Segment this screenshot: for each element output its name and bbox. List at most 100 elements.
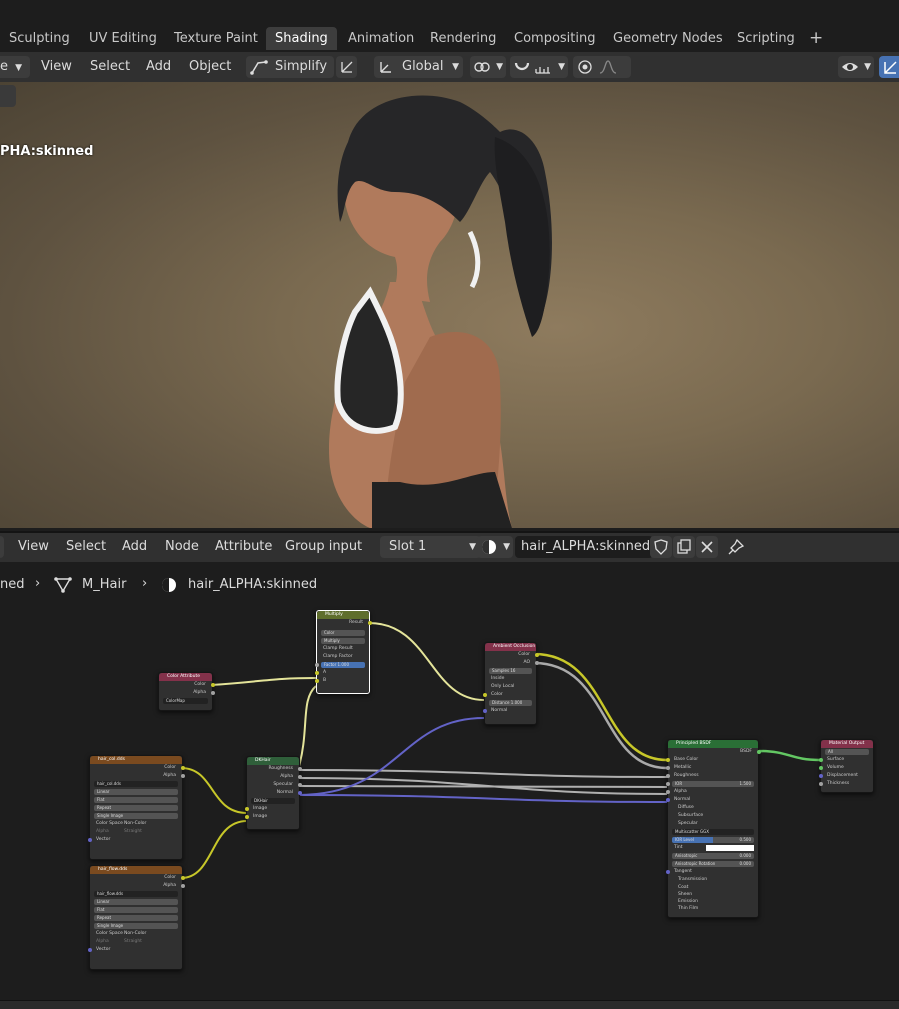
socket-color[interactable] bbox=[180, 766, 185, 770]
socket-metallic[interactable] bbox=[665, 766, 670, 770]
only-local-checkbox[interactable]: Only Local bbox=[491, 683, 514, 691]
3d-viewport[interactable]: PHA:skinned bbox=[0, 82, 899, 528]
menu-add[interactable]: Add bbox=[146, 56, 171, 78]
source-dropdown[interactable]: Single Image bbox=[94, 813, 178, 819]
node-principled-bsdf[interactable]: Principled BSDF BSDF Base Color Metallic… bbox=[665, 739, 761, 918]
editor-type-button[interactable] bbox=[0, 536, 4, 558]
ior-level-field[interactable]: IOR Level 0.500 bbox=[672, 837, 754, 843]
socket-image-1[interactable] bbox=[244, 807, 249, 811]
menu-object[interactable]: Object bbox=[189, 56, 231, 78]
clamp-result-checkbox[interactable]: Clamp Result bbox=[323, 645, 353, 653]
socket-thickness[interactable] bbox=[818, 782, 823, 786]
socket-specular[interactable] bbox=[297, 783, 302, 787]
socket-normal[interactable] bbox=[482, 709, 487, 713]
add-workspace-icon[interactable]: + bbox=[800, 27, 832, 50]
socket-alpha[interactable] bbox=[180, 774, 185, 778]
socket-result[interactable] bbox=[367, 621, 372, 625]
unlink-material-close-icon[interactable] bbox=[696, 536, 718, 558]
visibility-dropdown[interactable]: ▼ bbox=[838, 56, 874, 78]
node-canvas[interactable]: Color Attribute Color Alpha ColorMap Mul… bbox=[0, 600, 899, 1000]
tab-texture-paint[interactable]: Texture Paint bbox=[165, 27, 267, 50]
socket-alpha[interactable] bbox=[210, 691, 215, 695]
color-space-dropdown[interactable]: Non-Color bbox=[124, 930, 146, 938]
socket-image-2[interactable] bbox=[244, 815, 249, 819]
socket-volume[interactable] bbox=[818, 766, 823, 770]
distance-field[interactable]: Distance 1.000 bbox=[489, 700, 532, 706]
socket-color[interactable] bbox=[534, 653, 539, 657]
socket-color[interactable] bbox=[180, 876, 185, 880]
panel-transmission[interactable]: Transmission bbox=[678, 876, 707, 884]
anisotropic-field[interactable]: Anisotropic 0.000 bbox=[672, 853, 754, 859]
source-dropdown[interactable]: Single Image bbox=[94, 923, 178, 929]
socket-vector[interactable] bbox=[87, 838, 92, 842]
mode-dropdown[interactable]: e ▼ bbox=[0, 56, 30, 78]
pivot-point-dropdown[interactable]: ▼ bbox=[470, 56, 506, 78]
gizmo-toggle-icon[interactable] bbox=[879, 56, 899, 78]
proportional-editing[interactable] bbox=[573, 56, 631, 78]
blend-mode-dropdown[interactable]: Multiply bbox=[321, 638, 365, 644]
projection-dropdown[interactable]: Flat bbox=[94, 907, 178, 913]
node-hair-group[interactable]: DKHair Roughness Alpha Specular Normal D… bbox=[244, 756, 302, 830]
tab-uv-editing[interactable]: UV Editing bbox=[80, 27, 166, 50]
interpolation-dropdown[interactable]: Linear bbox=[94, 899, 178, 905]
mix-type-dropdown[interactable]: Color bbox=[321, 630, 365, 636]
node-multiply[interactable]: Multiply Result Color Multiply Clamp Res… bbox=[314, 610, 372, 694]
samples-field[interactable]: Samples 16 bbox=[489, 668, 532, 674]
node-color-attribute[interactable]: Color Attribute Color Alpha ColorMap bbox=[158, 672, 215, 711]
panel-specular[interactable]: Specular bbox=[678, 820, 698, 828]
menu-select[interactable]: Select bbox=[90, 56, 130, 78]
output-target-dropdown[interactable]: All bbox=[825, 749, 869, 755]
tab-geometry-nodes[interactable]: Geometry Nodes bbox=[604, 27, 732, 50]
node-ambient-occlusion[interactable]: Ambient Occlusion Color AO Samples 16 In… bbox=[482, 642, 539, 725]
duplicate-material-icon[interactable] bbox=[673, 536, 695, 558]
simplify-button[interactable]: Simplify bbox=[246, 56, 334, 78]
tab-compositing[interactable]: Compositing bbox=[505, 27, 605, 50]
socket-factor[interactable] bbox=[314, 663, 319, 667]
menu-view[interactable]: View bbox=[41, 56, 72, 78]
menu-add[interactable]: Add bbox=[122, 536, 147, 558]
socket-alpha[interactable] bbox=[665, 790, 670, 794]
snapping-dropdown[interactable]: ▼ bbox=[510, 56, 568, 78]
socket-roughness[interactable] bbox=[297, 767, 302, 771]
extension-dropdown[interactable]: Repeat bbox=[94, 805, 178, 811]
socket-tangent[interactable] bbox=[665, 870, 670, 874]
node-material-output[interactable]: Material Output All Surface Volume Displ… bbox=[818, 739, 874, 793]
panel-diffuse[interactable]: Diffuse bbox=[678, 804, 694, 812]
panel-subsurface[interactable]: Subsurface bbox=[678, 812, 703, 820]
tab-animation[interactable]: Animation bbox=[339, 27, 423, 50]
tab-sculpting[interactable]: Sculpting bbox=[0, 27, 79, 50]
socket-normal[interactable] bbox=[297, 791, 302, 795]
socket-ior[interactable] bbox=[665, 782, 670, 786]
clamp-factor-checkbox[interactable]: Clamp Factor bbox=[323, 653, 353, 661]
socket-alpha[interactable] bbox=[297, 775, 302, 779]
socket-color-in[interactable] bbox=[482, 693, 487, 697]
anisotropic-rotation-field[interactable]: Anisotropic Rotation 0.000 bbox=[672, 861, 754, 867]
menu-select[interactable]: Select bbox=[66, 536, 106, 558]
socket-base-color[interactable] bbox=[665, 758, 670, 762]
node-group-selector[interactable]: DKHair bbox=[251, 798, 295, 804]
socket-a[interactable] bbox=[314, 671, 319, 675]
snap-axis-icon[interactable] bbox=[336, 56, 357, 78]
socket-normal[interactable] bbox=[665, 798, 670, 802]
socket-b[interactable] bbox=[314, 679, 319, 683]
tab-scripting[interactable]: Scripting bbox=[728, 27, 804, 50]
factor-field[interactable]: Factor 1.000 bbox=[321, 662, 365, 668]
tab-shading[interactable]: Shading bbox=[266, 27, 337, 50]
socket-displacement[interactable] bbox=[818, 774, 823, 778]
socket-vector[interactable] bbox=[87, 948, 92, 952]
fake-user-shield-icon[interactable] bbox=[650, 536, 672, 558]
socket-color[interactable] bbox=[210, 683, 215, 687]
socket-roughness[interactable] bbox=[665, 774, 670, 778]
node-image-texture-hair-flow[interactable]: hair_flow.dds Color Alpha hair_flow.dds … bbox=[87, 865, 185, 970]
tab-rendering[interactable]: Rendering bbox=[421, 27, 505, 50]
menu-view[interactable]: View bbox=[18, 536, 49, 558]
tint-color-swatch[interactable] bbox=[706, 845, 754, 851]
socket-alpha[interactable] bbox=[180, 884, 185, 888]
material-name-field[interactable]: hair_ALPHA:skinned bbox=[515, 536, 653, 558]
pin-icon[interactable] bbox=[726, 536, 748, 558]
socket-ao[interactable] bbox=[534, 661, 539, 665]
socket-bsdf[interactable] bbox=[756, 750, 761, 754]
distribution-dropdown[interactable]: Multiscatter GGX bbox=[672, 829, 754, 835]
ior-field[interactable]: IOR 1.500 bbox=[672, 781, 754, 787]
color-layer-field[interactable]: ColorMap bbox=[163, 698, 208, 704]
